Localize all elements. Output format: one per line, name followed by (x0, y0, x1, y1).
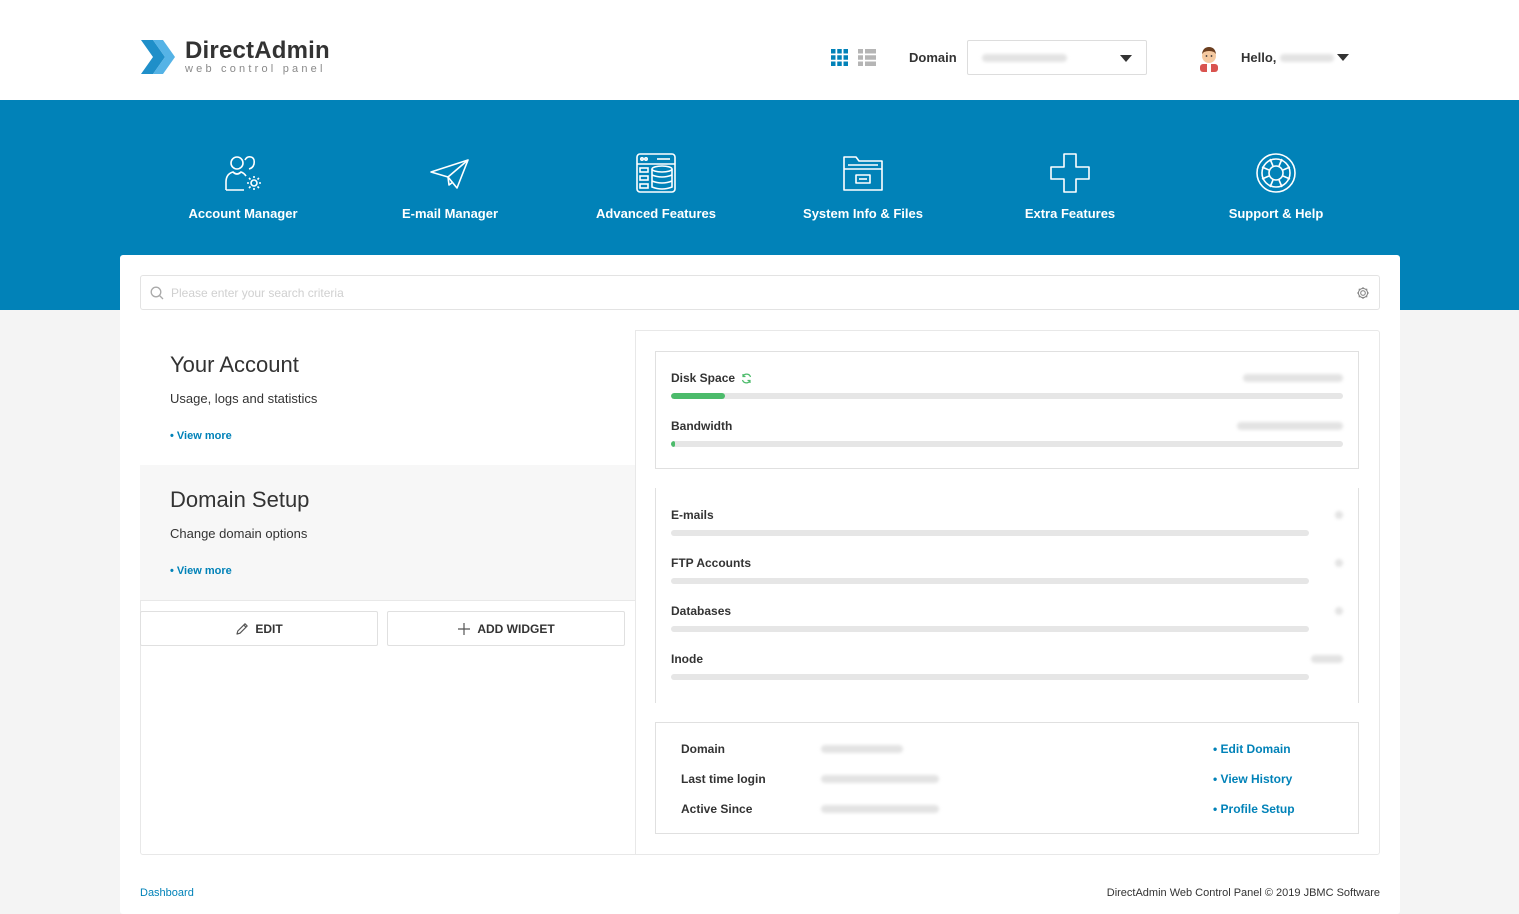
plus-icon (1050, 153, 1090, 193)
emails-progress (671, 530, 1309, 536)
domain-select[interactable] (967, 40, 1147, 75)
search-bar (140, 275, 1380, 310)
main-content: Your Account Usage, logs and statistics … (120, 255, 1400, 914)
nav-label: Account Manager (188, 206, 298, 221)
view-more-link[interactable]: • View more (170, 565, 232, 577)
card-title: Your Account (170, 352, 299, 377)
edit-button[interactable]: EDIT (140, 611, 378, 646)
disk-space-progress (671, 393, 1343, 399)
account-info-widget: Domain • Edit Domain Last time login • V… (655, 722, 1359, 834)
breadcrumb-dashboard[interactable]: Dashboard (140, 887, 194, 899)
nav-item-support-help[interactable]: Support & Help (1186, 152, 1366, 221)
stat-label: Inode (671, 652, 703, 666)
ftp-accounts-stat: FTP Accounts (671, 556, 1343, 584)
databases-progress (671, 626, 1309, 632)
plus-icon (458, 622, 471, 635)
stat-label: E-mails (671, 508, 714, 522)
your-account-card[interactable]: Your Account Usage, logs and statistics … (140, 330, 636, 466)
disk-space-stat: Disk Space (671, 371, 1343, 399)
info-value (821, 745, 903, 753)
add-widget-button[interactable]: ADD WIDGET (387, 611, 625, 646)
user-name (1280, 53, 1335, 62)
nav-label: System Info & Files (803, 206, 923, 221)
stat-label: Disk Space (671, 371, 736, 385)
footer-copyright: DirectAdmin Web Control Panel © 2019 JBM… (1106, 887, 1380, 899)
server-database-icon (636, 153, 676, 193)
info-label: Active Since (681, 802, 753, 816)
stat-value (1243, 374, 1343, 382)
list-view-icon[interactable] (858, 49, 876, 66)
card-description: Usage, logs and statistics (170, 391, 318, 406)
nav-label: Advanced Features (596, 206, 716, 221)
nav-item-system-info-files[interactable]: System Info & Files (773, 152, 953, 221)
logo[interactable]: DirectAdmin web control panel (139, 36, 330, 78)
search-input[interactable] (171, 276, 1321, 309)
inode-progress (671, 674, 1309, 680)
paper-plane-icon (430, 159, 469, 189)
user-menu-chevron-down-icon[interactable] (1337, 54, 1349, 61)
stat-value (1335, 607, 1343, 615)
nav-label: Support & Help (1228, 206, 1324, 221)
emails-stat: E-mails (671, 508, 1343, 536)
info-label: Domain (681, 742, 726, 756)
edit-domain-link[interactable]: • Edit Domain (1213, 742, 1291, 756)
directadmin-logo-icon (141, 40, 175, 74)
lifebuoy-icon (1256, 153, 1296, 193)
nav-item-email-manager[interactable]: E-mail Manager (360, 152, 540, 221)
ftp-accounts-progress (671, 578, 1309, 584)
logo-title: DirectAdmin (185, 37, 330, 64)
nav-item-advanced-features[interactable]: Advanced Features (566, 152, 746, 221)
avatar[interactable] (1197, 44, 1221, 72)
nav-item-extra-features[interactable]: Extra Features (980, 152, 1160, 221)
info-value (821, 805, 939, 813)
inode-stat: Inode (671, 652, 1343, 680)
info-label: Last time login (681, 772, 766, 786)
users-gear-icon (225, 156, 261, 191)
stat-value (1311, 655, 1343, 663)
edit-button-label: EDIT (255, 621, 283, 636)
logo-subtitle: web control panel (185, 63, 326, 75)
databases-stat: Databases (671, 604, 1343, 632)
gear-icon[interactable] (1356, 286, 1370, 300)
grid-view-icon[interactable] (831, 49, 848, 66)
refresh-icon[interactable] (741, 373, 752, 384)
bandwidth-progress (671, 441, 1343, 447)
domain-label: Domain (909, 50, 957, 65)
profile-setup-link[interactable]: • Profile Setup (1213, 802, 1295, 816)
nav-label: Extra Features (1024, 206, 1116, 221)
info-row-last-login: Last time login • View History (681, 772, 1336, 790)
pencil-icon (236, 622, 249, 635)
stat-value (1237, 422, 1343, 430)
info-value (821, 775, 939, 783)
info-row-active-since: Active Since • Profile Setup (681, 802, 1336, 820)
card-title: Domain Setup (170, 487, 310, 512)
domain-select-value (982, 54, 1067, 62)
view-history-link[interactable]: • View History (1213, 772, 1292, 786)
hello-label: Hello, (1241, 50, 1277, 65)
stat-label: Databases (671, 604, 732, 618)
user-greeting[interactable]: Hello, (1241, 50, 1335, 65)
chevron-down-icon (1120, 55, 1132, 62)
top-header: DirectAdmin web control panel Domain Hel… (0, 0, 1519, 100)
usage-widget: Disk Space Bandwidth (655, 351, 1359, 469)
counts-widget: E-mails FTP Accounts Databases Inode (655, 488, 1359, 703)
folder-icon (843, 156, 883, 191)
stat-label: Bandwidth (671, 419, 733, 433)
bandwidth-stat: Bandwidth (671, 419, 1343, 447)
stat-value (1335, 559, 1343, 567)
view-toggle (831, 49, 876, 66)
view-more-link[interactable]: • View more (170, 430, 232, 442)
nav-label: E-mail Manager (401, 206, 499, 221)
search-icon (150, 286, 164, 300)
stat-value (1335, 511, 1343, 519)
card-description: Change domain options (170, 526, 308, 541)
domain-setup-card[interactable]: Domain Setup Change domain options • Vie… (140, 465, 636, 601)
stat-label: FTP Accounts (671, 556, 752, 570)
info-row-domain: Domain • Edit Domain (681, 742, 1336, 760)
add-widget-button-label: ADD WIDGET (477, 621, 555, 636)
nav-item-account-manager[interactable]: Account Manager (153, 152, 333, 221)
